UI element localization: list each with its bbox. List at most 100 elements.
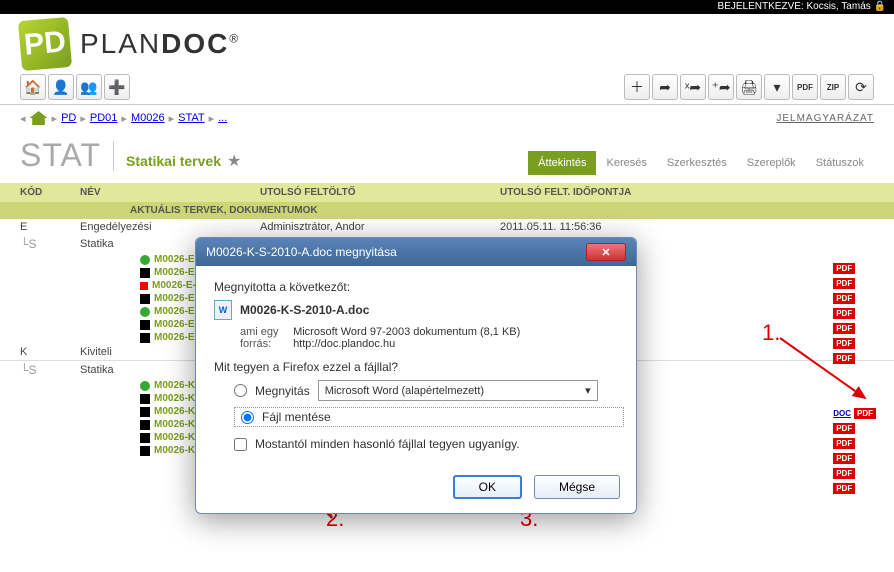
open-label: Megnyitás: [255, 384, 310, 398]
pdf-badge[interactable]: PDF: [833, 323, 855, 334]
pdf-badge[interactable]: PDF: [833, 293, 855, 304]
dialog-filename: M0026-K-S-2010-A.doc: [240, 303, 369, 317]
pdf-badge[interactable]: PDF: [833, 483, 855, 494]
home-icon[interactable]: [30, 111, 48, 125]
save-label: Fájl mentése: [262, 410, 331, 424]
pdf-badge[interactable]: PDF: [833, 263, 855, 274]
th-feltolto: UTOLSÓ FELTÖLTŐ: [260, 187, 500, 198]
bullet-icon: [140, 282, 148, 290]
main-toolbar: 🏠 👤 👥 ➕ ＋ ➦ ˣ➦ ⁺➦ 🖨 ▾ PDF ZIP ⟳: [0, 74, 894, 105]
star-icon[interactable]: ★: [227, 151, 241, 171]
remember-checkbox[interactable]: [234, 438, 247, 451]
x-fwd-button[interactable]: ˣ➦: [680, 74, 706, 100]
bullet-icon: [140, 294, 150, 304]
bullet-icon: [140, 381, 150, 391]
crumb-pd[interactable]: PD: [61, 112, 76, 124]
crumb-m0026[interactable]: M0026: [131, 112, 165, 124]
logged-in-label: BEJELENTKEZVE:: [718, 1, 804, 12]
tab-attekintes[interactable]: Áttekintés: [528, 151, 596, 175]
crumb-pd01[interactable]: PD01: [90, 112, 118, 124]
type-value: Microsoft Word 97-2003 dokumentum (8,1 K…: [293, 326, 520, 338]
page-title: Statikai tervek: [126, 153, 221, 169]
bullet-icon: [140, 268, 150, 278]
page-code: STAT: [20, 137, 101, 174]
bullet-icon: [140, 407, 150, 417]
lock-icon: 🔒: [874, 1, 886, 12]
th-nev: NÉV: [80, 187, 260, 198]
logo-text: PLANDOC®: [80, 28, 240, 60]
add-btn2[interactable]: ＋: [624, 74, 650, 100]
user-button[interactable]: 👤: [48, 74, 74, 100]
cell-ido: 2011.05.11. 11:56:36: [500, 221, 874, 233]
bullet-icon: [140, 307, 150, 317]
pdf-badge[interactable]: PDF: [854, 408, 876, 419]
plus-fwd-button[interactable]: ⁺➦: [708, 74, 734, 100]
dialog-question: Mit tegyen a Firefox ezzel a fájllal?: [214, 360, 618, 374]
download-dialog: M0026-K-S-2010-A.doc megnyitása ✕ Megnyi…: [195, 237, 637, 514]
crumb-more[interactable]: ...: [218, 112, 227, 124]
fwd-button[interactable]: ➦: [652, 74, 678, 100]
pdf-badge[interactable]: PDF: [833, 308, 855, 319]
pdf-column: PDFPDFPDFPDFPDFPDFPDFDOCPDFPDFPDFPDFPDFP…: [833, 262, 876, 495]
pdf-badge[interactable]: PDF: [833, 453, 855, 464]
bullet-icon: [140, 333, 150, 343]
tabs: Áttekintés Keresés Szerkesztés Szereplők…: [528, 151, 874, 175]
pdf-badge[interactable]: PDF: [833, 353, 855, 364]
crumb-stat[interactable]: STAT: [178, 112, 204, 124]
breadcrumb-row: ◂ ▸ PD ▸ PD01 ▸ M0026 ▸ STAT ▸ ... JELMA…: [0, 105, 894, 129]
th-kod: KÓD: [20, 187, 80, 198]
table-row: E Engedélyezési Adminisztrátor, Andor 20…: [0, 219, 894, 235]
tree-icon: └S: [20, 237, 80, 251]
dialog-title-text: M0026-K-S-2010-A.doc megnyitása: [206, 245, 397, 259]
cell-kod: K: [20, 346, 80, 358]
chevron-down-icon: ▾: [585, 384, 591, 397]
legend-link[interactable]: JELMAGYARÁZAT: [776, 113, 874, 124]
pdf-badge[interactable]: PDF: [833, 338, 855, 349]
top-strip: BEJELENTKEZVE: Kocsis, Tamás 🔒: [0, 0, 894, 14]
tab-kereses[interactable]: Keresés: [596, 151, 656, 175]
th-idopont: UTOLSÓ FELT. IDŐPONTJA: [500, 187, 874, 198]
print-button[interactable]: 🖨: [736, 74, 762, 100]
type-label: ami egy: [240, 326, 290, 338]
close-button[interactable]: ✕: [586, 243, 626, 261]
header: PD PLANDOC®: [0, 14, 894, 74]
pdf-button[interactable]: PDF: [792, 74, 818, 100]
title-row: STAT Statikai tervek ★ Áttekintés Keresé…: [0, 129, 894, 183]
open-radio[interactable]: [234, 384, 247, 397]
add-button[interactable]: ➕: [104, 74, 130, 100]
zip-button[interactable]: ZIP: [820, 74, 846, 100]
user-link[interactable]: Kocsis, Tamás: [806, 1, 870, 12]
pdf-badge[interactable]: PDF: [833, 278, 855, 289]
cell-kod: E: [20, 221, 80, 233]
breadcrumb: ◂ ▸ PD ▸ PD01 ▸ M0026 ▸ STAT ▸ ...: [20, 111, 227, 125]
bullet-icon: [140, 433, 150, 443]
brand-plain: PLAN: [80, 28, 161, 59]
pdf-badge[interactable]: PDF: [833, 468, 855, 479]
ok-button[interactable]: OK: [453, 475, 522, 499]
table-header: KÓD NÉV UTOLSÓ FELTÖLTŐ UTOLSÓ FELT. IDŐ…: [0, 183, 894, 202]
section-header: AKTUÁLIS TERVEK, DOKUMENTUMOK: [0, 202, 894, 219]
users-button[interactable]: 👥: [76, 74, 102, 100]
tab-szerkesztes[interactable]: Szerkesztés: [657, 151, 737, 175]
divider: [113, 141, 114, 171]
app-select[interactable]: Microsoft Word (alapértelmezett) ▾: [318, 380, 598, 401]
word-icon: W: [214, 300, 232, 320]
tree-icon: └S: [20, 363, 80, 377]
remember-label: Mostantól minden hasonló fájllal tegyen …: [255, 437, 520, 451]
bullet-icon: [140, 394, 150, 404]
doc-badge[interactable]: DOC: [833, 409, 851, 418]
tab-szereplok[interactable]: Szereplők: [737, 151, 806, 175]
tab-statuszok[interactable]: Státuszok: [806, 151, 874, 175]
home-button[interactable]: 🏠: [20, 74, 46, 100]
save-radio[interactable]: [241, 411, 254, 424]
bullet-icon: [140, 255, 150, 265]
refresh-button[interactable]: ⟳: [848, 74, 874, 100]
cell-feltolto: Adminisztrátor, Andor: [260, 221, 500, 233]
pdf-badge[interactable]: PDF: [833, 423, 855, 434]
pdf-badge[interactable]: PDF: [833, 438, 855, 449]
app-select-value: Microsoft Word (alapértelmezett): [325, 385, 484, 397]
cancel-button[interactable]: Mégse: [534, 475, 620, 499]
bullet-icon: [140, 420, 150, 430]
bullet-icon: [140, 446, 150, 456]
dropdown-button[interactable]: ▾: [764, 74, 790, 100]
